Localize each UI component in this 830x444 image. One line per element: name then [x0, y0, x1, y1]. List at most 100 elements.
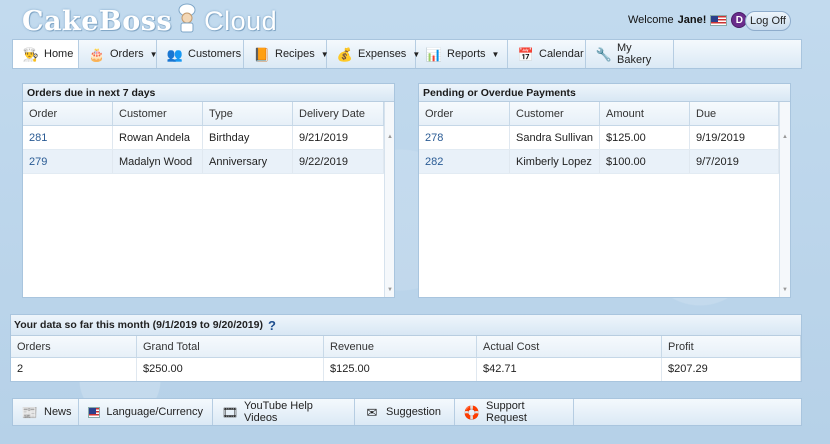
table-cell: $100.00	[600, 150, 690, 173]
column-header[interactable]: Order	[23, 102, 113, 125]
pie-chart-icon: 📊	[425, 46, 443, 62]
nav-customers[interactable]: 👥 Customers	[157, 40, 244, 68]
us-flag-icon	[88, 406, 101, 418]
table-row[interactable]: 279 Madalyn Wood Anniversary 9/22/2019	[23, 150, 384, 174]
column-header[interactable]: Due	[690, 102, 779, 125]
scroll-up-icon[interactable]: ▲	[782, 134, 788, 140]
footer-youtube-help-videos[interactable]: 🎞 YouTube Help Videos	[213, 399, 355, 425]
orders-due-scrollbar[interactable]: ▲ ▼	[384, 102, 394, 297]
footer-label: Language/Currency	[106, 406, 203, 418]
table-row[interactable]: 281 Rowan Andela Birthday 9/21/2019	[23, 126, 384, 150]
footer-support-request[interactable]: 🛟 Support Request	[455, 399, 574, 425]
payments-scrollbar[interactable]: ▲ ▼	[779, 102, 790, 297]
customers-icon: 👥	[166, 46, 184, 62]
column-header[interactable]: Amount	[600, 102, 690, 125]
order-link[interactable]: 282	[419, 150, 510, 173]
payments-table: Order Customer Amount Due 278 Sandra Sullivan…	[419, 102, 779, 297]
column-header[interactable]: Customer	[510, 102, 600, 125]
footer-language-currency[interactable]: Language/Currency	[79, 399, 213, 425]
nav-label: Expenses	[358, 48, 407, 60]
table-cell: Anniversary	[203, 150, 293, 173]
lifebuoy-icon: 🛟	[463, 404, 481, 420]
column-header[interactable]: Order	[419, 102, 510, 125]
table-cell: Sandra Sullivan	[510, 126, 600, 149]
nav-label: Customers	[188, 48, 242, 60]
stats-value: $207.29	[662, 358, 801, 381]
logo-text: CakeBoss	[22, 5, 173, 37]
stats-column-header: Grand Total	[137, 336, 324, 357]
table-cell: Madalyn Wood	[113, 150, 203, 173]
envelope-icon: ✉	[366, 404, 378, 420]
nav-label: Recipes	[275, 48, 315, 60]
welcome-area: Welcome Jane! D	[628, 12, 748, 28]
table-cell: $125.00	[600, 126, 690, 149]
footer-bar: 📰 News Language/Currency 🎞 YouTube Help Vide…	[12, 398, 802, 426]
footer-label: Suggestion	[386, 406, 442, 418]
stats-column-header: Actual Cost	[477, 336, 662, 357]
nav-expenses[interactable]: 💰 Expenses ▼	[327, 40, 420, 68]
chef-hat-icon: 👨‍🍳	[22, 46, 40, 62]
column-header[interactable]: Type	[203, 102, 293, 125]
nav-my-bakery[interactable]: 🔧 My Bakery	[586, 40, 674, 68]
order-link[interactable]: 279	[23, 150, 113, 173]
scroll-down-icon[interactable]: ▼	[387, 287, 393, 293]
month-stats-row: 2 $250.00 $125.00 $42.71 $207.29	[11, 358, 801, 381]
nav-recipes[interactable]: 📙 Recipes ▼	[244, 40, 329, 68]
stats-column-header: Orders	[11, 336, 137, 357]
stats-value: $250.00	[137, 358, 324, 381]
chef-icon	[174, 3, 200, 40]
nav-reports[interactable]: 📊 Reports ▼	[416, 40, 508, 68]
orders-due-panel: Orders due in next 7 days Order Customer T…	[22, 83, 395, 298]
table-cell: 9/19/2019	[690, 126, 779, 149]
orders-due-title: Orders due in next 7 days	[23, 84, 394, 102]
table-row[interactable]: 282 Kimberly Lopez $100.00 9/7/2019	[419, 150, 779, 174]
scroll-up-icon[interactable]: ▲	[387, 134, 393, 140]
table-cell: Birthday	[203, 126, 293, 149]
nav-label: Calendar	[539, 48, 584, 60]
footer-label: Support Request	[486, 400, 527, 424]
film-reel-icon: 🎞	[221, 404, 239, 420]
month-stats-title: Your data so far this month (9/1/2019 to…	[14, 318, 263, 331]
main-nav: 👨‍🍳 Home 🎂 Orders ▼ 👥 Customers 📙 Recipes ▼ 💰 Expen…	[12, 39, 802, 69]
us-flag-icon[interactable]	[710, 14, 728, 26]
nav-label: Home	[44, 48, 74, 60]
help-icon[interactable]: ?	[268, 315, 276, 336]
footer-label: News	[44, 406, 72, 418]
month-stats-header: Orders Grand Total Revenue Actual Cost Profi…	[11, 336, 801, 358]
table-row[interactable]: 278 Sandra Sullivan $125.00 9/19/2019	[419, 126, 779, 150]
table-cell: Kimberly Lopez	[510, 150, 600, 173]
recipe-book-icon: 📙	[253, 46, 271, 62]
table-cell: 9/21/2019	[293, 126, 384, 149]
welcome-label: Welcome	[628, 14, 674, 26]
scroll-down-icon[interactable]: ▼	[782, 287, 788, 293]
nav-orders[interactable]: 🎂 Orders ▼	[79, 40, 158, 68]
cakeboss-logo[interactable]: CakeBoss Cloud	[22, 3, 277, 39]
stats-value: 2	[11, 358, 137, 381]
cake-icon: 🎂	[88, 46, 106, 62]
payments-title: Pending or Overdue Payments	[419, 84, 790, 102]
stats-column-header: Profit	[662, 336, 801, 357]
table-header: Order Customer Amount Due	[419, 102, 779, 126]
order-link[interactable]: 281	[23, 126, 113, 149]
stats-value: $42.71	[477, 358, 662, 381]
order-link[interactable]: 278	[419, 126, 510, 149]
money-icon: 💰	[336, 46, 354, 62]
month-stats-panel: Your data so far this month (9/1/2019 to…	[10, 314, 802, 382]
chevron-down-icon: ▼	[491, 49, 500, 59]
logo-subtext: Cloud	[204, 5, 278, 36]
footer-news[interactable]: 📰 News	[13, 399, 79, 425]
nav-label: Orders	[110, 48, 144, 60]
table-cell: 9/7/2019	[690, 150, 779, 173]
nav-home[interactable]: 👨‍🍳 Home	[13, 40, 79, 68]
table-cell: 9/22/2019	[293, 150, 384, 173]
nav-label: Reports	[447, 48, 486, 60]
nav-calendar[interactable]: 📅 Calendar	[508, 40, 586, 68]
column-header[interactable]: Customer	[113, 102, 203, 125]
column-header[interactable]: Delivery Date	[293, 102, 384, 125]
footer-label: YouTube Help Videos	[244, 400, 313, 424]
logoff-button[interactable]: Log Off	[745, 11, 791, 31]
footer-suggestion[interactable]: ✉ Suggestion	[355, 399, 455, 425]
payments-panel: Pending or Overdue Payments Order Custome…	[418, 83, 791, 298]
table-header: Order Customer Type Delivery Date	[23, 102, 384, 126]
calendar-icon: 📅	[517, 46, 535, 62]
